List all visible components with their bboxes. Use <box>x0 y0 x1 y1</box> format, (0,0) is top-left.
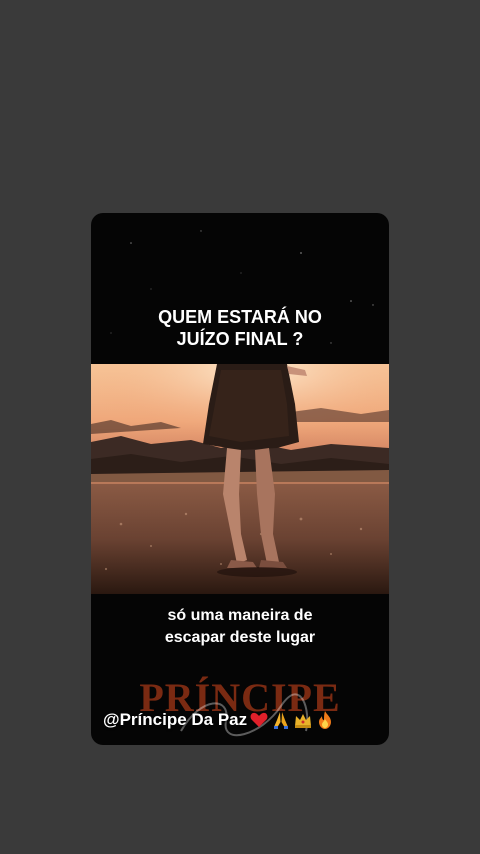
beach-photo <box>91 364 389 594</box>
handle-row: @Príncipe Da Paz <box>103 708 383 732</box>
caption: só uma maneira de escapar deste lugar <box>91 605 389 649</box>
caption-line-2: escapar deste lugar <box>164 629 316 646</box>
headline-line-1: QUEM ESTARÁ NO <box>158 307 322 327</box>
red-heart-icon <box>250 712 268 727</box>
praying-hands-icon <box>274 712 289 729</box>
account-handle[interactable]: @Príncipe Da Paz <box>103 710 247 730</box>
headline: QUEM ESTARÁ NO JUÍZO FINAL ? <box>91 306 389 350</box>
fire-icon <box>319 711 332 729</box>
headline-line-2: JUÍZO FINAL ? <box>176 329 304 349</box>
crown-icon <box>295 714 312 728</box>
story-card[interactable]: QUEM ESTARÁ NO JUÍZO FINAL ? só uma mane… <box>91 213 389 745</box>
caption-line-1: só uma maneira de <box>167 607 313 624</box>
